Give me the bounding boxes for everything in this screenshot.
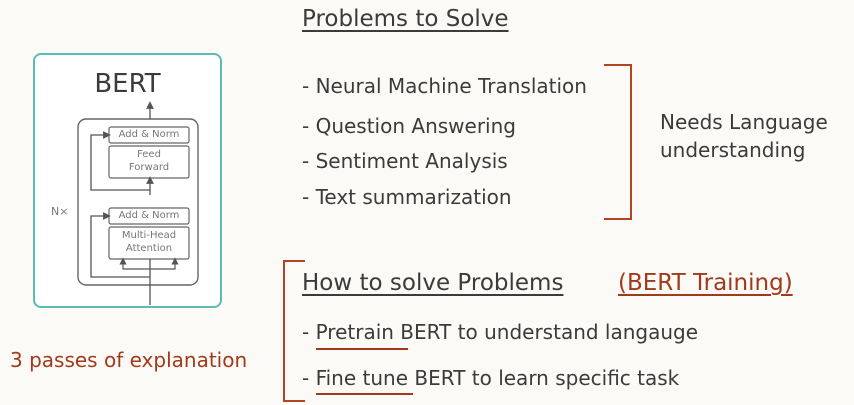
feed-forward-label-line2: Forward: [128, 162, 170, 173]
solve-heading-tag: (BERT Training): [618, 270, 793, 296]
problem-item-summarization: - Text summarization: [302, 185, 512, 209]
step-pretrain-keyword: Pretrain: [315, 320, 394, 344]
finetune-underline: [316, 393, 413, 395]
step-finetune: - Fine tune BERT to learn specific task: [302, 366, 679, 390]
step-pretrain: - Pretrain BERT to understand langauge: [302, 320, 698, 344]
needs-language-line2: understanding: [660, 138, 806, 162]
nx-block-outline: [77, 118, 199, 286]
transformer-block-diagram: [77, 101, 199, 305]
pretrain-underline: [316, 348, 408, 350]
nx-label: N×: [51, 205, 69, 218]
solve-heading: How to solve Problems: [302, 270, 564, 296]
step-pretrain-prefix: -: [302, 320, 316, 344]
explanation-label: 3 passes of explanation: [10, 348, 248, 372]
attention-label-line1: Multi-Head: [121, 230, 177, 241]
step-finetune-rest: BERT to learn specific task: [408, 366, 680, 390]
problem-item-sentiment: - Sentiment Analysis: [302, 149, 508, 173]
add-norm-bottom-label: Add & Norm: [118, 210, 180, 221]
bert-diagram-card: BERT Add & Norm Feed Forward Add & Norm …: [33, 53, 222, 308]
step-finetune-prefix: -: [302, 366, 316, 390]
feed-forward-label-line1: Feed: [137, 149, 161, 160]
problem-item-qa: - Question Answering: [302, 114, 516, 138]
attention-label-line2: Attention: [125, 243, 173, 254]
add-norm-top-label: Add & Norm: [118, 129, 180, 140]
step-finetune-keyword: Fine tune: [315, 366, 409, 390]
step-pretrain-rest: BERT to understand langauge: [393, 320, 699, 344]
problem-item-translation: - Neural Machine Translation: [302, 74, 587, 98]
problems-bracket: [604, 64, 632, 220]
needs-language-line1: Needs Language: [660, 110, 828, 134]
problems-heading: Problems to Solve: [302, 6, 509, 32]
